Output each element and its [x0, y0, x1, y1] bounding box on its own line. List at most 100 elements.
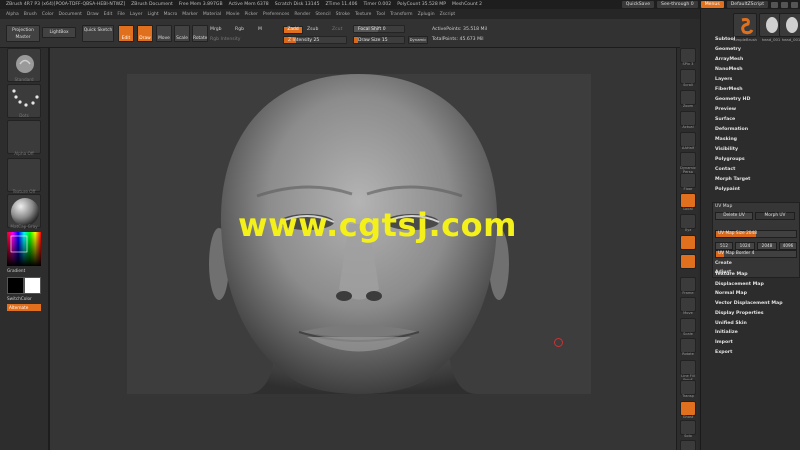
close-icon[interactable] — [791, 1, 798, 8]
switchcolor-button[interactable]: SwitchColor — [7, 296, 41, 301]
minimize-icon[interactable] — [771, 1, 778, 8]
menu-item[interactable]: Draw — [87, 12, 99, 17]
create-subpalette[interactable]: Create — [715, 261, 732, 266]
edit-button[interactable]: Edit — [118, 25, 134, 42]
view-control-button[interactable] — [680, 235, 696, 250]
see-through-slider[interactable]: See-through 0 — [657, 1, 698, 8]
menu-item[interactable]: Alpha — [6, 12, 19, 17]
uv-size-1024[interactable]: 1024 — [735, 242, 755, 250]
simplebrush-tool[interactable] — [733, 13, 757, 37]
menu-item[interactable]: Marker — [182, 12, 198, 17]
draw-button[interactable]: Draw — [137, 25, 153, 42]
main-color-swatch[interactable] — [7, 277, 24, 294]
zcut-toggle[interactable]: Zcut — [332, 27, 342, 32]
menu-item[interactable]: Edit — [104, 12, 113, 17]
menu-item[interactable]: Light — [147, 12, 158, 17]
menu-item[interactable]: Tool — [376, 12, 385, 17]
palette-subpalette[interactable]: Preview — [715, 107, 736, 112]
view-control-button[interactable] — [680, 90, 696, 105]
view-control-button[interactable] — [680, 48, 696, 63]
move-button[interactable]: Move — [156, 25, 172, 42]
palette-subpalette[interactable]: Masking — [715, 137, 737, 142]
palette-subpalette[interactable]: Geometry HD — [715, 97, 750, 102]
palette-subpalette[interactable]: Texture Map — [715, 272, 748, 277]
view-control-button[interactable] — [680, 318, 696, 333]
palette-subpalette[interactable]: Layers — [715, 77, 732, 82]
palette-subpalette[interactable]: Polypaint — [715, 187, 740, 192]
view-control-button[interactable] — [680, 132, 696, 147]
menu-item[interactable]: Layer — [130, 12, 143, 17]
menu-item[interactable]: Brush — [24, 12, 37, 17]
palette-subpalette[interactable]: Normal Map — [715, 291, 747, 296]
palette-subpalette[interactable]: Display Properties — [715, 311, 764, 316]
menu-item[interactable]: Stroke — [336, 12, 350, 17]
uv-size-2048[interactable]: 2048 — [757, 242, 777, 250]
uv-map-header[interactable]: UV Map — [715, 204, 732, 209]
palette-subpalette[interactable]: Deformation — [715, 127, 748, 132]
menu-item[interactable]: Macro — [164, 12, 178, 17]
menu-item[interactable]: Zplugin — [418, 12, 435, 17]
material-thumbnail[interactable] — [7, 194, 41, 228]
menu-item[interactable]: Stencil — [315, 12, 330, 17]
rgb-toggle[interactable]: Rgb — [235, 27, 244, 32]
view-control-button[interactable] — [680, 193, 696, 208]
view-control-button[interactable] — [680, 440, 696, 450]
menu-item[interactable]: Document — [59, 12, 82, 17]
view-control-button[interactable] — [680, 173, 696, 188]
morph-uv-button[interactable]: Morph UV — [755, 212, 795, 220]
maximize-icon[interactable] — [781, 1, 788, 8]
palette-subpalette[interactable]: Visibility — [715, 147, 738, 152]
view-control-button[interactable] — [680, 69, 696, 84]
alternate-button[interactable]: Alternate — [7, 304, 41, 311]
palette-subpalette[interactable]: ArrayMesh — [715, 57, 743, 62]
menu-item[interactable]: Color — [42, 12, 54, 17]
menu-item[interactable]: Render — [294, 12, 310, 17]
menu-item[interactable]: Material — [203, 12, 221, 17]
view-control-button[interactable] — [680, 277, 696, 292]
palette-subpalette[interactable]: Export — [715, 350, 732, 355]
menu-item[interactable]: Texture — [355, 12, 371, 17]
view-control-button[interactable] — [680, 214, 696, 229]
palette-subpalette[interactable]: Morph Target — [715, 177, 750, 182]
projection-master-button[interactable]: Projection Master — [6, 25, 40, 42]
palette-subpalette[interactable]: FiberMesh — [715, 87, 743, 92]
color-picker[interactable] — [7, 232, 41, 266]
view-control-button[interactable] — [680, 360, 696, 375]
default-zscript-button[interactable]: DefaultZScript — [726, 1, 768, 8]
view-control-button[interactable] — [680, 401, 696, 416]
uv-map-size-slider[interactable]: UV Map Size 2048 — [715, 230, 797, 238]
palette-subpalette[interactable]: Vector Displacement Map — [715, 301, 783, 306]
palette-subpalette[interactable]: NanoMesh — [715, 67, 743, 72]
palette-subpalette[interactable]: Initialize — [715, 330, 738, 335]
lightbox-button[interactable]: LightBox — [42, 27, 76, 38]
quicksave-button[interactable]: QuickSave — [621, 1, 655, 8]
quick-sketch-button[interactable]: Quick Sketch — [82, 25, 114, 42]
draw-size-slider[interactable]: Draw Size 15 — [353, 36, 405, 44]
palette-subpalette[interactable]: Import — [715, 340, 733, 345]
palette-subpalette[interactable]: Surface — [715, 117, 735, 122]
view-control-button[interactable] — [680, 152, 696, 167]
palette-subpalette[interactable]: Unified Skin — [715, 321, 747, 326]
palette-subpalette[interactable]: Contact — [715, 167, 735, 172]
uv-map-border-slider[interactable]: UV Map Border 4 — [715, 250, 797, 258]
menu-item[interactable]: Movie — [226, 12, 239, 17]
uv-size-512[interactable]: 512 — [715, 242, 733, 250]
alpha-thumbnail[interactable] — [7, 120, 41, 154]
view-control-button[interactable] — [680, 338, 696, 353]
m-toggle[interactable]: M — [258, 27, 262, 32]
palette-subpalette[interactable]: Subtool — [715, 37, 735, 42]
menu-item[interactable]: Zscript — [440, 12, 456, 17]
view-control-button[interactable] — [680, 297, 696, 312]
view-control-button[interactable] — [680, 380, 696, 395]
focal-shift-slider[interactable]: Focal Shift 0 — [353, 25, 405, 33]
menu-item[interactable]: Preferences — [263, 12, 289, 17]
rotate-button[interactable]: Rotate — [192, 25, 208, 42]
menu-item[interactable]: Picker — [244, 12, 257, 17]
view-control-button[interactable] — [680, 420, 696, 435]
palette-subpalette[interactable]: Polygroups — [715, 157, 745, 162]
texture-thumbnail[interactable] — [7, 158, 41, 192]
scale-button[interactable]: Scale — [174, 25, 190, 42]
dynamic-toggle[interactable]: Dynamic — [408, 36, 428, 44]
rgb-intensity-slider[interactable]: Rgb Intensity — [210, 37, 240, 42]
view-control-button[interactable] — [680, 254, 696, 269]
